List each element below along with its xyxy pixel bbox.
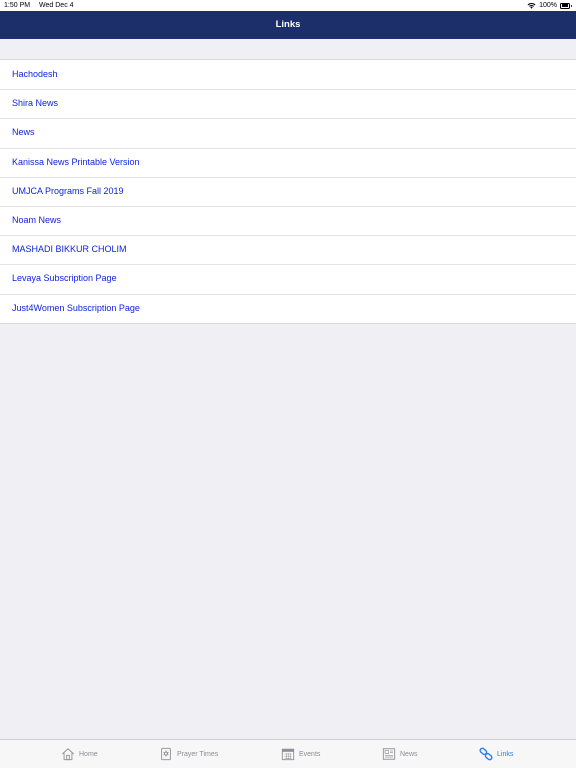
status-bar-left: 1:50 PM Wed Dec 4 <box>4 0 74 11</box>
status-time: 1:50 PM <box>4 2 31 9</box>
link-item-noam-news[interactable]: Noam News <box>0 205 576 235</box>
tab-home[interactable]: Home <box>61 740 98 768</box>
link-item-shira-news[interactable]: Shira News <box>0 89 576 118</box>
tab-label: Prayer Times <box>177 750 219 758</box>
tab-label: Events <box>299 750 321 758</box>
link-item-hachodesh[interactable]: Hachodesh <box>0 60 576 89</box>
tab-links[interactable]: Links <box>479 740 513 768</box>
link-item-kanissa-news-printable[interactable]: Kanissa News Printable Version <box>0 147 576 177</box>
status-bar-right: 100% <box>527 0 572 11</box>
navigation-bar: Links <box>0 11 576 39</box>
status-date: Wed Dec 4 <box>39 2 74 9</box>
link-label[interactable]: Just4Women Subscription Page <box>12 294 140 323</box>
link-item-umjca-programs[interactable]: UMJCA Programs Fall 2019 <box>0 176 576 206</box>
link-label[interactable]: Noam News <box>12 206 61 235</box>
link-item-just4women-subscription[interactable]: Just4Women Subscription Page <box>0 293 576 323</box>
status-bar: 1:50 PM Wed Dec 4 100% <box>0 0 576 11</box>
link-item-news[interactable]: News <box>0 118 576 147</box>
tab-label: News <box>400 750 418 758</box>
tab-bar: Home Prayer Times Events News Links <box>0 739 576 768</box>
tab-events[interactable]: Events <box>281 740 320 768</box>
link-label[interactable]: Kanissa News Printable Version <box>12 148 140 177</box>
tab-label: Links <box>497 750 514 758</box>
battery-icon <box>560 2 572 9</box>
link-item-mashadi-bikkur-cholim[interactable]: MASHADI BIKKUR CHOLIM <box>0 235 576 264</box>
link-label[interactable]: MASHADI BIKKUR CHOLIM <box>12 235 127 264</box>
link-label[interactable]: Shira News <box>12 89 58 118</box>
wifi-icon <box>527 2 536 9</box>
link-icon <box>479 747 493 761</box>
newspaper-icon <box>382 748 396 760</box>
link-label[interactable]: Levaya Subscription Page <box>12 264 117 293</box>
battery-percentage: 100% <box>539 2 557 9</box>
prayer-book-icon <box>161 747 171 761</box>
calendar-icon <box>281 748 295 761</box>
page-title: Links <box>275 19 301 30</box>
link-item-levaya-subscription[interactable]: Levaya Subscription Page <box>0 264 576 293</box>
link-label[interactable]: UMJCA Programs Fall 2019 <box>12 177 124 206</box>
tab-label: Home <box>79 750 98 758</box>
link-label[interactable]: News <box>12 118 35 147</box>
link-label[interactable]: Hachodesh <box>12 60 58 89</box>
links-list: Hachodesh Shira News News Kanissa News P… <box>0 59 576 324</box>
home-icon <box>62 748 74 761</box>
tab-news[interactable]: News <box>382 740 418 768</box>
tab-prayer-times[interactable]: Prayer Times <box>159 740 218 768</box>
